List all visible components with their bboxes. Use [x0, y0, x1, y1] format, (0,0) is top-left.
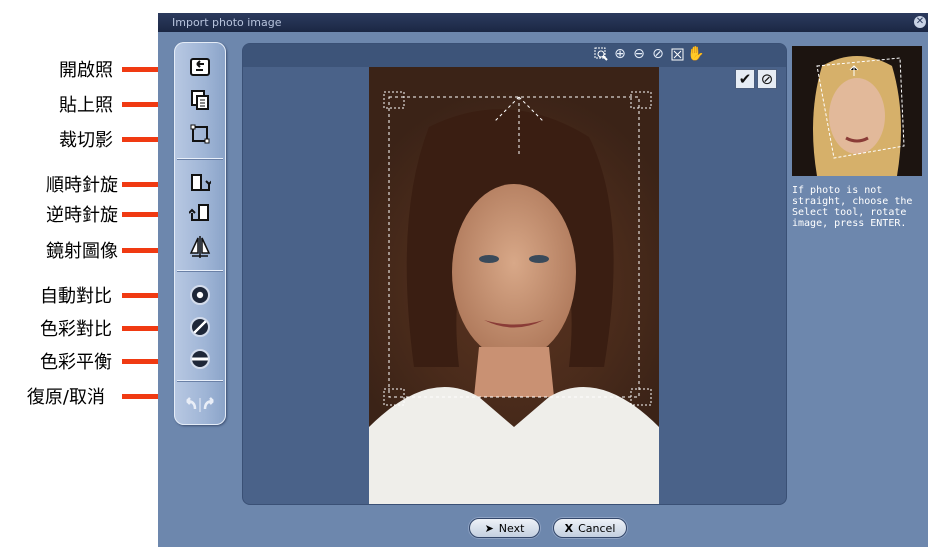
annotation-label: 色彩對比 — [40, 319, 112, 340]
annotation-crop: 裁切影 — [0, 126, 174, 152]
x-icon: X — [564, 521, 574, 535]
next-label: Next — [498, 521, 525, 535]
image-canvas-panel: ⊕ ⊖ ⊘ ✋ ✔ ⊘ — [242, 43, 787, 505]
annotation-label: 復原/取消 — [26, 387, 105, 408]
annotation-undo-redo: 復原/取消 — [0, 383, 174, 409]
fit-icon[interactable] — [669, 46, 685, 62]
color-contrast-icon — [190, 317, 210, 337]
annotation-color-contrast: 色彩對比 — [0, 315, 174, 341]
auto-contrast-button[interactable] — [187, 282, 213, 308]
color-balance-button[interactable] — [187, 346, 213, 372]
toolbar-separator — [177, 270, 223, 271]
rotate-counterclockwise-icon — [189, 204, 209, 221]
open-icon — [190, 58, 210, 76]
auto-contrast-icon — [190, 285, 210, 305]
annotation-color-balance: 色彩平衡 — [0, 348, 174, 374]
zoom-toolbar: ⊕ ⊖ ⊘ ✋ — [593, 46, 705, 62]
crop-icon — [190, 124, 210, 144]
mirror-icon — [189, 236, 211, 258]
rotate-counterclockwise-button[interactable] — [187, 200, 213, 226]
open-photo-button[interactable] — [187, 54, 213, 80]
annotation-paste: 貼上照 — [0, 91, 174, 117]
rotate-clockwise-icon — [191, 174, 211, 191]
zoom-reset-icon[interactable]: ⊘ — [650, 46, 666, 62]
play-icon: ➤ — [484, 521, 494, 535]
annotation-label: 色彩平衡 — [40, 352, 112, 373]
annotation-label: 鏡射圖像 — [46, 241, 118, 262]
annotation-label: 逆時針旋 — [46, 205, 118, 226]
color-contrast-button[interactable] — [187, 314, 213, 340]
thumbnail-image — [792, 46, 922, 176]
rotate-clockwise-button[interactable] — [187, 170, 213, 196]
annotation-auto-contrast: 自動對比 — [0, 282, 174, 308]
next-button[interactable]: ➤ Next — [469, 518, 540, 538]
confirm-buttons: ✔ ⊘ — [735, 69, 777, 89]
paste-icon — [191, 90, 209, 110]
annotation-label: 裁切影 — [59, 130, 113, 151]
hand-icon[interactable]: ✋ — [687, 46, 704, 62]
annotation-mirror: 鏡射圖像 — [0, 237, 174, 263]
annotation-label: 貼上照 — [59, 95, 113, 116]
toolbar-separator — [177, 380, 223, 381]
cancel-label: Cancel — [578, 521, 616, 535]
photo-preview — [369, 67, 659, 504]
annotation-label: 順時針旋 — [46, 175, 118, 196]
cancel-button[interactable]: X Cancel — [553, 518, 627, 538]
discard-button[interactable]: ⊘ — [757, 69, 777, 89]
annotation-rotate-ccw: 逆時針旋 — [0, 201, 174, 227]
annotation-label: 開啟照 — [59, 60, 113, 81]
paste-photo-button[interactable] — [187, 87, 213, 113]
color-balance-icon — [190, 349, 210, 369]
undo-redo-icon — [186, 397, 214, 412]
crop-button[interactable] — [187, 121, 213, 147]
annotation-rotate-cw: 順時針旋 — [0, 171, 174, 197]
window-title: Import photo image — [172, 16, 282, 29]
title-bar: Import photo image ✕ — [158, 13, 928, 32]
zoom-in-icon[interactable]: ⊕ — [612, 46, 628, 62]
help-text: If photo is not straight, choose the Sel… — [792, 185, 913, 229]
mirror-button[interactable] — [187, 234, 213, 260]
zoom-select-icon[interactable] — [593, 46, 609, 62]
portrait-image — [369, 91, 659, 504]
annotation-label: 自動對比 — [40, 286, 112, 307]
tool-palette — [174, 42, 226, 425]
import-photo-dialog: Import photo image ✕ ⊕ ⊖ ⊘ ✋ ✔ ⊘ If phot… — [158, 13, 928, 547]
apply-button[interactable]: ✔ — [735, 69, 755, 89]
close-icon[interactable]: ✕ — [914, 16, 926, 28]
zoom-out-icon[interactable]: ⊖ — [631, 46, 647, 62]
toolbar-separator — [177, 158, 223, 159]
thumbnail-preview — [792, 46, 922, 176]
annotation-open: 開啟照 — [0, 56, 174, 82]
undo-redo-button[interactable] — [180, 392, 220, 418]
